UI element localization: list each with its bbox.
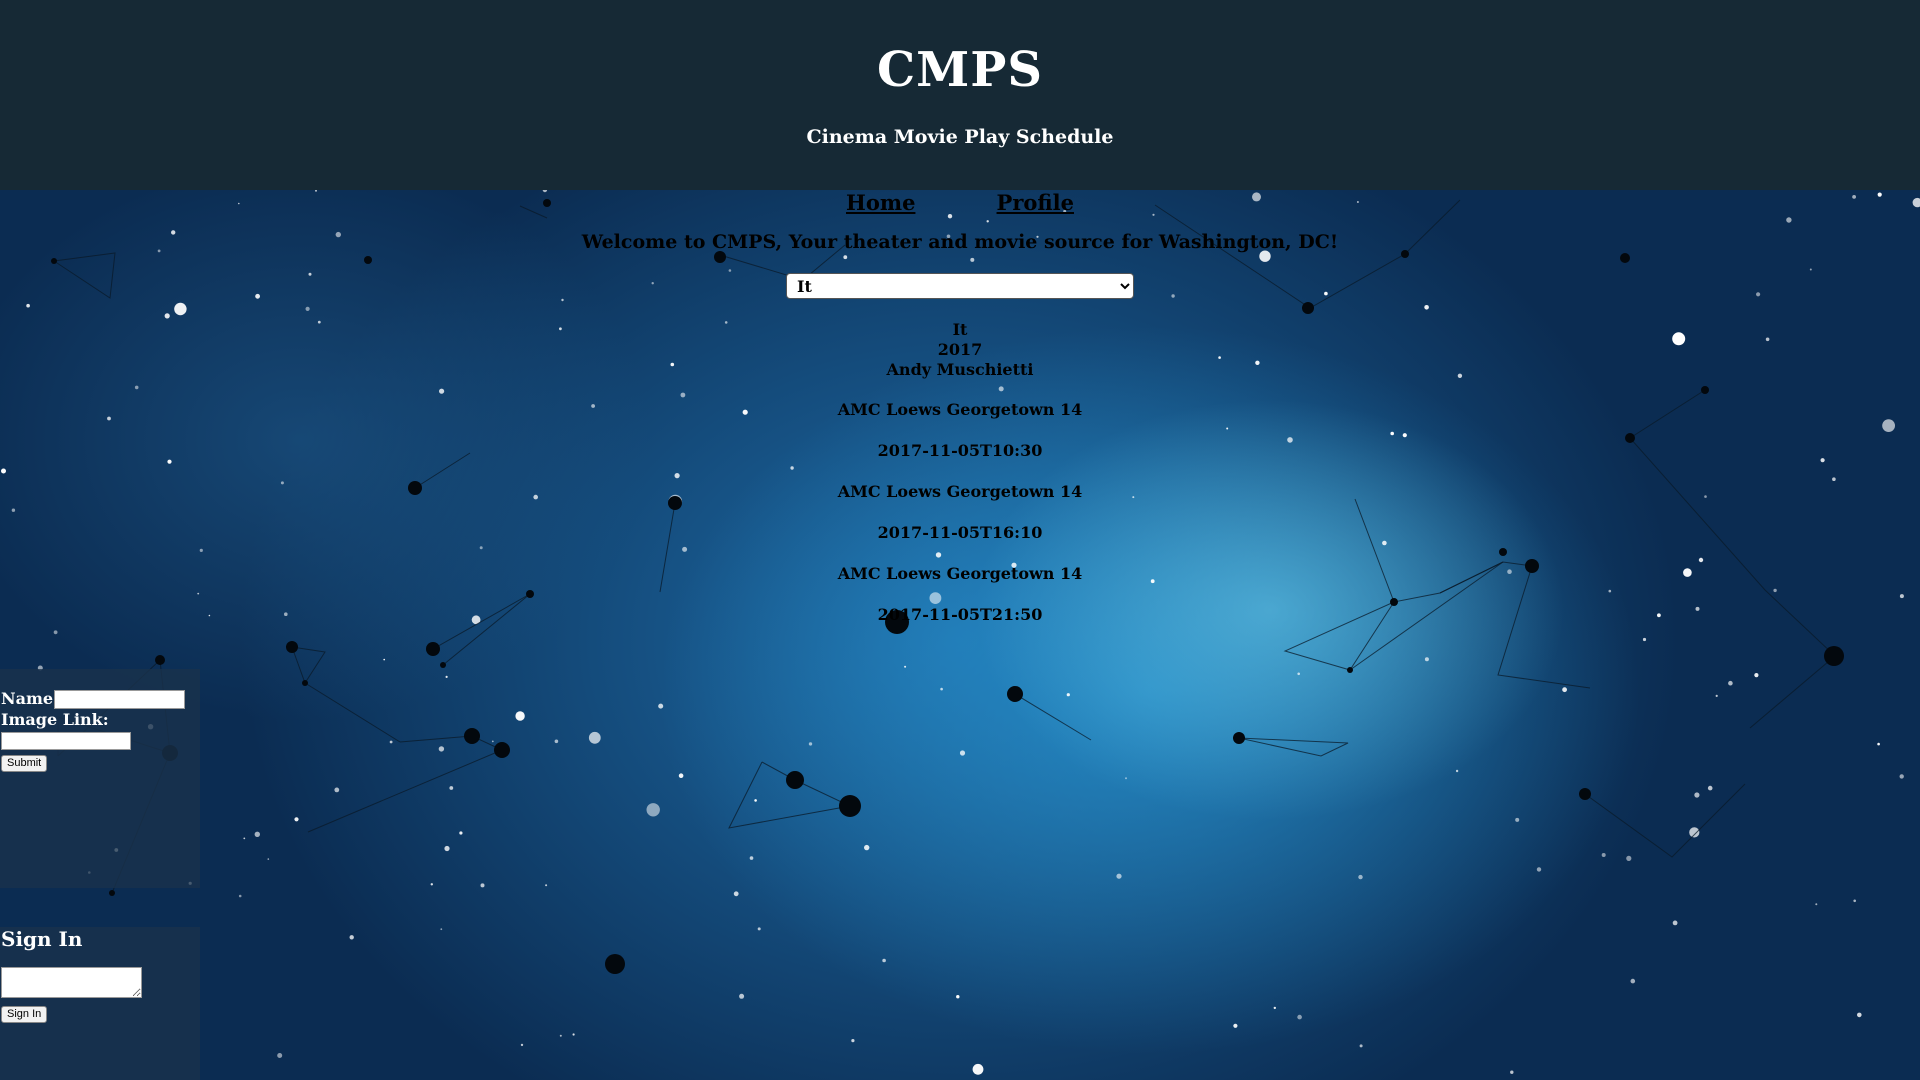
showtime-time: 2017-11-05T21:50	[877, 605, 1043, 624]
site-title: CMPS	[876, 42, 1044, 98]
sign-in-button[interactable]: Sign In	[1, 1006, 48, 1023]
sign-in-field[interactable]	[1, 967, 142, 998]
site-subtitle: Cinema Movie Play Schedule	[806, 126, 1114, 148]
main-content: Home Profile Welcome to CMPS, Your theat…	[0, 190, 1920, 1080]
image-link-label: Image Link:	[1, 710, 109, 729]
movie-year: 2017	[937, 340, 983, 359]
nav-profile-link[interactable]: Profile	[997, 190, 1074, 215]
post-form-panel: Name: Image Link: Submit	[0, 669, 200, 888]
showtime-theater: AMC Loews Georgetown 14	[837, 400, 1083, 419]
name-field[interactable]	[54, 690, 185, 709]
showtime-time: 2017-11-05T16:10	[877, 523, 1043, 542]
submit-button[interactable]: Submit	[1, 755, 48, 772]
movie-director: Andy Muschietti	[886, 360, 1034, 379]
showtimes-list: AMC Loews Georgetown 14 2017-11-05T10:30…	[0, 400, 1920, 646]
nav-bar: Home Profile	[0, 190, 1920, 215]
movie-select[interactable]: It	[786, 273, 1134, 299]
showtime-theater: AMC Loews Georgetown 14	[837, 482, 1083, 501]
name-label: Name:	[1, 689, 60, 708]
image-link-field[interactable]	[1, 732, 131, 750]
sign-in-panel: Sign In Sign In	[0, 927, 200, 1080]
site-header: CMPS Cinema Movie Play Schedule	[0, 0, 1920, 190]
movie-title: It	[952, 320, 968, 339]
nav-home-link[interactable]: Home	[846, 190, 915, 215]
showtime-theater: AMC Loews Georgetown 14	[837, 564, 1083, 583]
showtime-time: 2017-11-05T10:30	[877, 441, 1043, 460]
welcome-message: Welcome to CMPS, Your theater and movie …	[581, 231, 1339, 253]
sign-in-heading: Sign In	[1, 927, 83, 951]
movie-info: It 2017 Andy Muschietti	[0, 320, 1920, 380]
